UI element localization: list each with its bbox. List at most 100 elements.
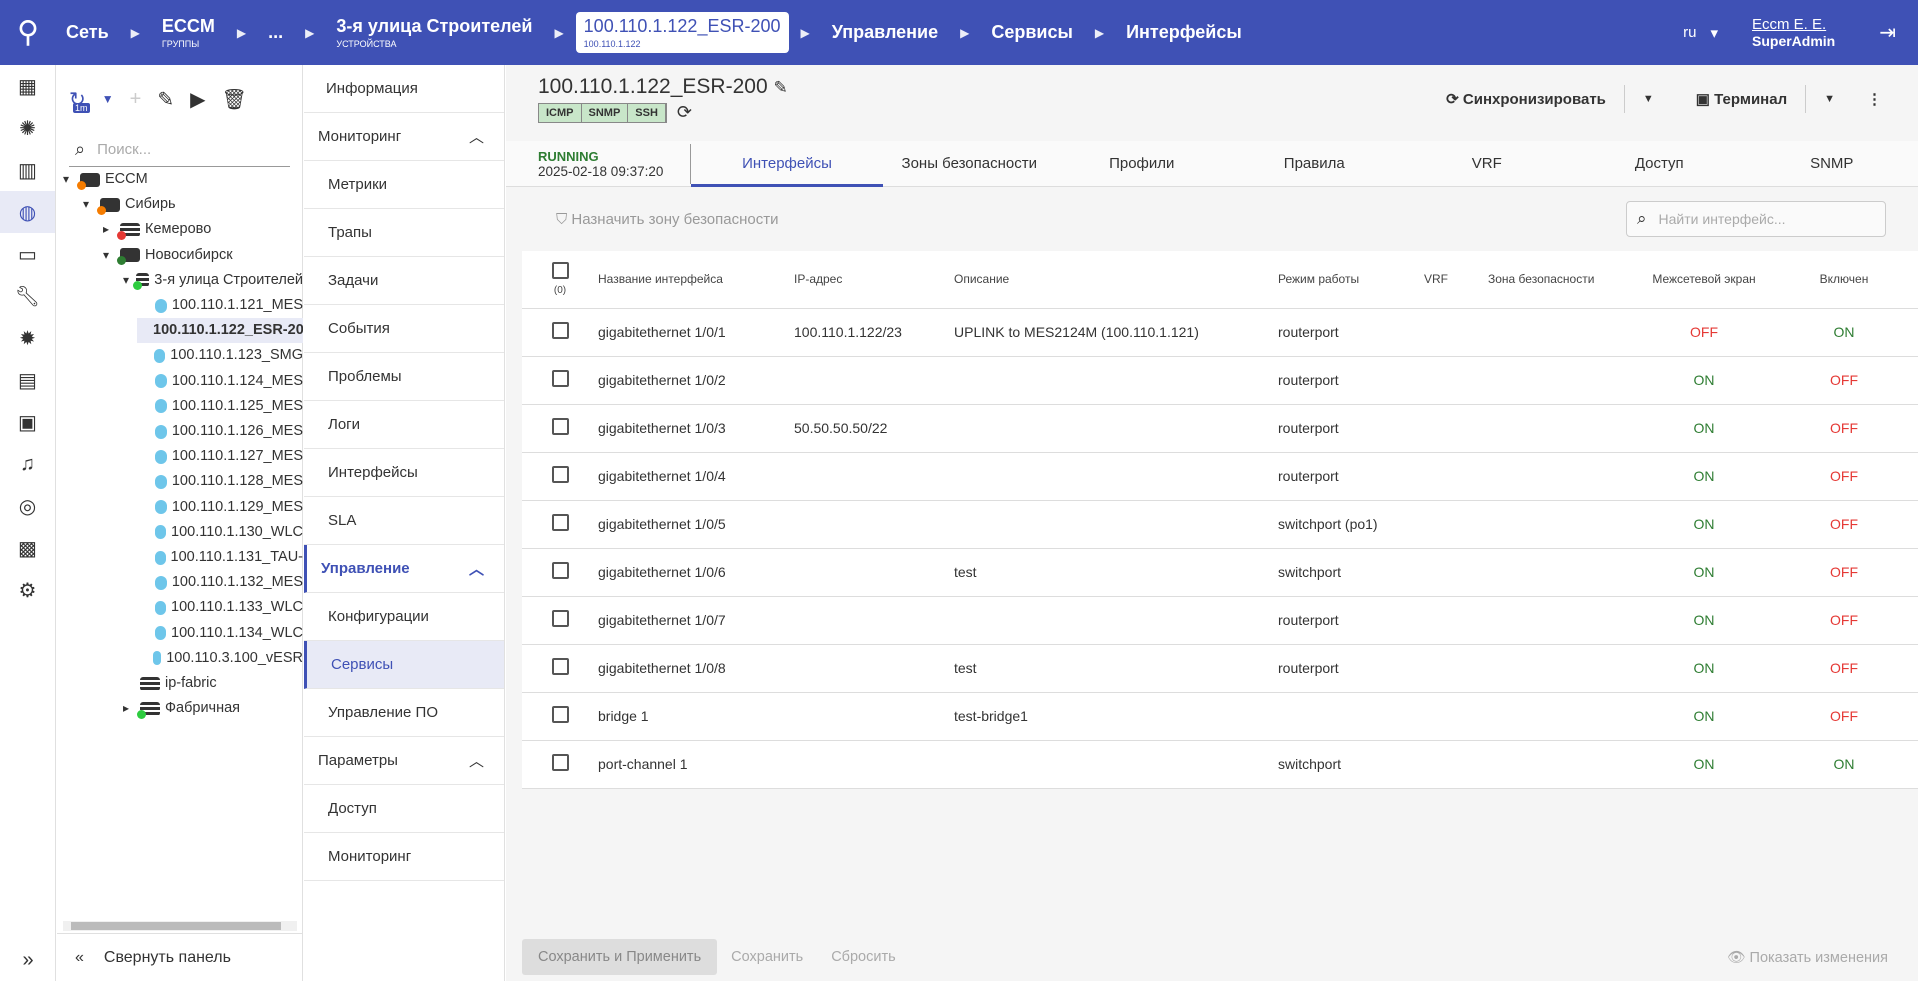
- tree-node[interactable]: ▾ 3-я улица Строителей: [117, 268, 303, 293]
- log-icon[interactable]: ▩: [0, 527, 55, 569]
- menu-item[interactable]: События: [304, 305, 504, 353]
- row-checkbox[interactable]: [551, 418, 569, 435]
- tab-item[interactable]: Профили: [1056, 141, 1229, 187]
- save-button[interactable]: Сохранить: [731, 949, 803, 965]
- tree-caret-icon[interactable]: ▾: [123, 268, 131, 293]
- column-header[interactable]: Название интерфейса: [598, 251, 794, 309]
- tree-node[interactable]: 100.110.1.132_MES: [137, 570, 303, 595]
- menu-item[interactable]: Метрики: [304, 161, 504, 209]
- horizontal-scrollbar[interactable]: [63, 921, 297, 931]
- user-name[interactable]: Eccm E. E.: [1752, 16, 1835, 33]
- settings-gear-icon[interactable]: ⚙: [0, 569, 55, 611]
- interface-search-input[interactable]: ⌕ Найти интерфейс...: [1626, 201, 1886, 237]
- tree-node[interactable]: 100.110.1.133_WLC: [137, 595, 303, 620]
- table-row[interactable]: gigabitethernet 1/0/7 routerport ON OFF: [522, 596, 1918, 645]
- alarm-icon[interactable]: ✺: [0, 107, 55, 149]
- menu-item[interactable]: Управление ПО: [304, 689, 504, 737]
- breadcrumb-item[interactable]: 100.110.1.122_ESR-200 100.110.1.122: [575, 12, 789, 53]
- tree-node[interactable]: ▾ ECCM: [57, 167, 303, 192]
- breadcrumb-item[interactable]: Интерфейсы: [1116, 22, 1252, 43]
- row-checkbox[interactable]: [551, 370, 569, 387]
- column-header[interactable]: IP-адрес: [794, 251, 954, 309]
- tree-caret-icon[interactable]: ▾: [63, 167, 75, 192]
- column-header[interactable]: Описание: [954, 251, 1278, 309]
- tree-node[interactable]: ▾ Сибирь: [77, 192, 303, 217]
- menu-item[interactable]: Сервисы: [304, 641, 504, 689]
- clipboard-icon[interactable]: ▤: [0, 359, 55, 401]
- row-checkbox[interactable]: [551, 610, 569, 627]
- chevron-down-icon[interactable]: ▾: [1710, 24, 1718, 42]
- row-checkbox[interactable]: [551, 706, 569, 723]
- menu-group-monitoring[interactable]: Мониторинг ︿: [304, 113, 504, 161]
- tree-caret-icon[interactable]: ▸: [103, 217, 115, 242]
- menu-info[interactable]: Информация: [304, 65, 504, 113]
- add-icon[interactable]: +: [130, 88, 142, 111]
- tree-node[interactable]: 100.110.1.123_SMG: [137, 343, 303, 368]
- row-checkbox[interactable]: [551, 514, 569, 531]
- tab-item[interactable]: SNMP: [1746, 141, 1918, 187]
- tree-node[interactable]: ip-fabric: [117, 671, 303, 696]
- breadcrumb-item[interactable]: 3-я улица Строителей УСТРОЙСТВА: [326, 16, 542, 49]
- tree-node[interactable]: 100.110.3.100_vESR: [137, 646, 303, 671]
- row-checkbox[interactable]: [551, 562, 569, 579]
- terminal-dropdown-icon[interactable]: ▼: [1824, 93, 1835, 105]
- breadcrumb-item[interactable]: Сервисы: [981, 22, 1083, 43]
- breadcrumb-item[interactable]: Сеть: [56, 22, 119, 43]
- tree-node[interactable]: 100.110.1.131_TAU-: [137, 545, 303, 570]
- row-checkbox[interactable]: [551, 754, 569, 771]
- logout-icon[interactable]: ⇥: [1879, 20, 1896, 45]
- tree-node[interactable]: 100.110.1.125_MES: [137, 394, 303, 419]
- more-vert-icon[interactable]: ⋮: [1867, 90, 1882, 108]
- menu-group-management[interactable]: Управление ︿: [304, 545, 504, 593]
- radar-icon[interactable]: ◎: [0, 485, 55, 527]
- network-globe-icon[interactable]: ◍: [0, 191, 55, 233]
- auto-settings-icon[interactable]: ✹: [0, 317, 55, 359]
- column-header[interactable]: Межсетевой экран: [1638, 251, 1770, 309]
- tree-node[interactable]: 100.110.1.122_ESR-200: [137, 318, 303, 344]
- tree-caret-icon[interactable]: ▸: [123, 696, 135, 721]
- bell-icon[interactable]: ♫: [0, 443, 55, 485]
- table-row[interactable]: gigabitethernet 1/0/1 100.110.1.122/23 UPL…: [522, 308, 1918, 357]
- menu-group-params[interactable]: Параметры ︿: [304, 737, 504, 785]
- tree-node[interactable]: ▸ Фабричная: [117, 696, 303, 721]
- menu-item[interactable]: SLA: [304, 497, 504, 545]
- tree-node[interactable]: 100.110.1.121_MES: [137, 293, 303, 318]
- sync-dropdown-icon[interactable]: ▼: [1643, 93, 1654, 105]
- store-icon[interactable]: ▭: [0, 233, 55, 275]
- edit-pencil-icon[interactable]: ✎: [157, 87, 174, 112]
- terminal-button[interactable]: ▣ Терминал: [1696, 90, 1787, 108]
- show-changes-button[interactable]: 👁︎ Показать изменения: [1727, 949, 1918, 966]
- menu-item[interactable]: Задачи: [304, 257, 504, 305]
- sync-button[interactable]: ⟳ Синхронизировать: [1446, 90, 1606, 108]
- row-checkbox[interactable]: [551, 466, 569, 483]
- tab-item[interactable]: Зоны безопасности: [883, 141, 1056, 187]
- reset-button[interactable]: Сбросить: [831, 949, 895, 965]
- tree-node[interactable]: 100.110.1.130_WLC: [137, 520, 303, 545]
- menu-item[interactable]: Мониторинг: [304, 833, 504, 881]
- breadcrumb-item[interactable]: Управление: [822, 22, 948, 43]
- tree-node[interactable]: ▸ Кемерово: [97, 217, 303, 242]
- menu-item[interactable]: Конфигурации: [304, 593, 504, 641]
- dashboard-icon[interactable]: ▦: [0, 65, 55, 107]
- refresh-icon[interactable]: ⟳: [677, 102, 692, 123]
- expand-rail-icon[interactable]: »: [0, 939, 56, 981]
- column-header[interactable]: Включен: [1770, 251, 1918, 309]
- tab-item[interactable]: VRF: [1401, 141, 1574, 187]
- language-select[interactable]: ru: [1683, 24, 1696, 41]
- map-icon[interactable]: ▥: [0, 149, 55, 191]
- calendar-icon[interactable]: ▣: [0, 401, 55, 443]
- table-row[interactable]: gigabitethernet 1/0/6 test switchport ON OFF: [522, 548, 1918, 597]
- breadcrumb-item[interactable]: ECCM ГРУППЫ: [152, 16, 225, 49]
- menu-item[interactable]: Трапы: [304, 209, 504, 257]
- table-row[interactable]: port-channel 1 switchport ON ON: [522, 740, 1918, 789]
- table-row[interactable]: bridge 1 test-bridge1 ON OFF: [522, 692, 1918, 741]
- column-header[interactable]: VRF: [1424, 251, 1488, 309]
- menu-item[interactable]: Логи: [304, 401, 504, 449]
- tree-node[interactable]: 100.110.1.124_MES: [137, 369, 303, 394]
- save-apply-button[interactable]: Сохранить и Применить: [522, 939, 718, 975]
- table-row[interactable]: gigabitethernet 1/0/2 routerport ON OFF: [522, 356, 1918, 405]
- tab-item[interactable]: Доступ: [1573, 141, 1746, 187]
- app-logo-icon[interactable]: ⚲: [0, 15, 56, 50]
- table-row[interactable]: gigabitethernet 1/0/8 test routerport ON OFF: [522, 644, 1918, 693]
- auto-refresh-button[interactable]: ↻ 1m: [69, 87, 90, 113]
